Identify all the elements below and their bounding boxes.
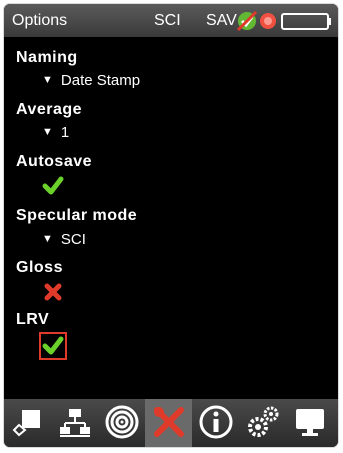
naming-value: Date Stamp	[60, 72, 141, 89]
tools-button[interactable]	[145, 399, 192, 447]
specular-mode-dropdown[interactable]: ▼ SCI	[42, 231, 86, 248]
gloss-setting: Gloss	[16, 259, 316, 301]
average-value: 1	[60, 124, 70, 141]
status-bar: Options SCI SAV	[4, 4, 338, 37]
network-icon	[60, 409, 90, 437]
average-label: Average	[16, 101, 83, 118]
checkmark-icon	[42, 176, 64, 195]
checkmark-icon	[42, 336, 64, 355]
save-indicator: SAV	[206, 12, 237, 29]
specular-mode-label: Specular mode	[16, 207, 138, 224]
dropdown-arrow-icon: ▼	[42, 233, 53, 245]
options-list: Naming ▼ Date Stamp Average ▼ 1 Autosave S…	[4, 37, 338, 399]
average-setting: Average ▼ 1	[16, 101, 316, 141]
average-dropdown[interactable]: ▼ 1	[42, 124, 69, 141]
bottom-toolbar	[4, 399, 338, 447]
monitor-button[interactable]	[286, 399, 333, 447]
monitor-icon	[296, 409, 324, 436]
battery-icon	[281, 13, 331, 30]
settings-button[interactable]	[239, 399, 286, 447]
naming-dropdown[interactable]: ▼ Date Stamp	[42, 72, 140, 89]
device-screen: Options SCI SAV Naming ▼ Date Stamp Aver…	[4, 4, 338, 447]
settings-gear-icon	[248, 406, 279, 437]
usb-connected-icon	[236, 10, 258, 32]
specular-mode-value: SCI	[60, 231, 86, 248]
naming-label: Naming	[16, 49, 78, 66]
lrv-setting: LRV	[16, 311, 316, 360]
autosave-checkbox[interactable]	[42, 175, 64, 197]
specular-mode-setting: Specular mode ▼ SCI	[16, 207, 316, 248]
status-icons	[236, 10, 331, 32]
lrv-checkbox[interactable]	[39, 332, 67, 360]
network-button[interactable]	[51, 399, 98, 447]
info-button[interactable]	[192, 399, 239, 447]
target-button[interactable]	[98, 399, 145, 447]
record-indicator-icon	[260, 13, 276, 29]
lrv-label: LRV	[16, 311, 50, 328]
screen-title: Options	[12, 12, 68, 29]
gloss-checkbox[interactable]	[42, 281, 64, 303]
standards-icon	[12, 410, 40, 437]
standards-button[interactable]	[4, 399, 51, 447]
target-icon	[105, 405, 139, 439]
tools-icon	[154, 407, 184, 437]
gloss-label: Gloss	[16, 259, 63, 276]
cross-icon	[44, 283, 62, 301]
autosave-label: Autosave	[16, 153, 93, 170]
naming-setting: Naming ▼ Date Stamp	[16, 49, 316, 89]
measurement-mode: SCI	[154, 12, 181, 29]
autosave-setting: Autosave	[16, 153, 316, 195]
dropdown-arrow-icon: ▼	[42, 126, 53, 138]
dropdown-arrow-icon: ▼	[42, 74, 53, 86]
info-icon	[199, 405, 233, 439]
